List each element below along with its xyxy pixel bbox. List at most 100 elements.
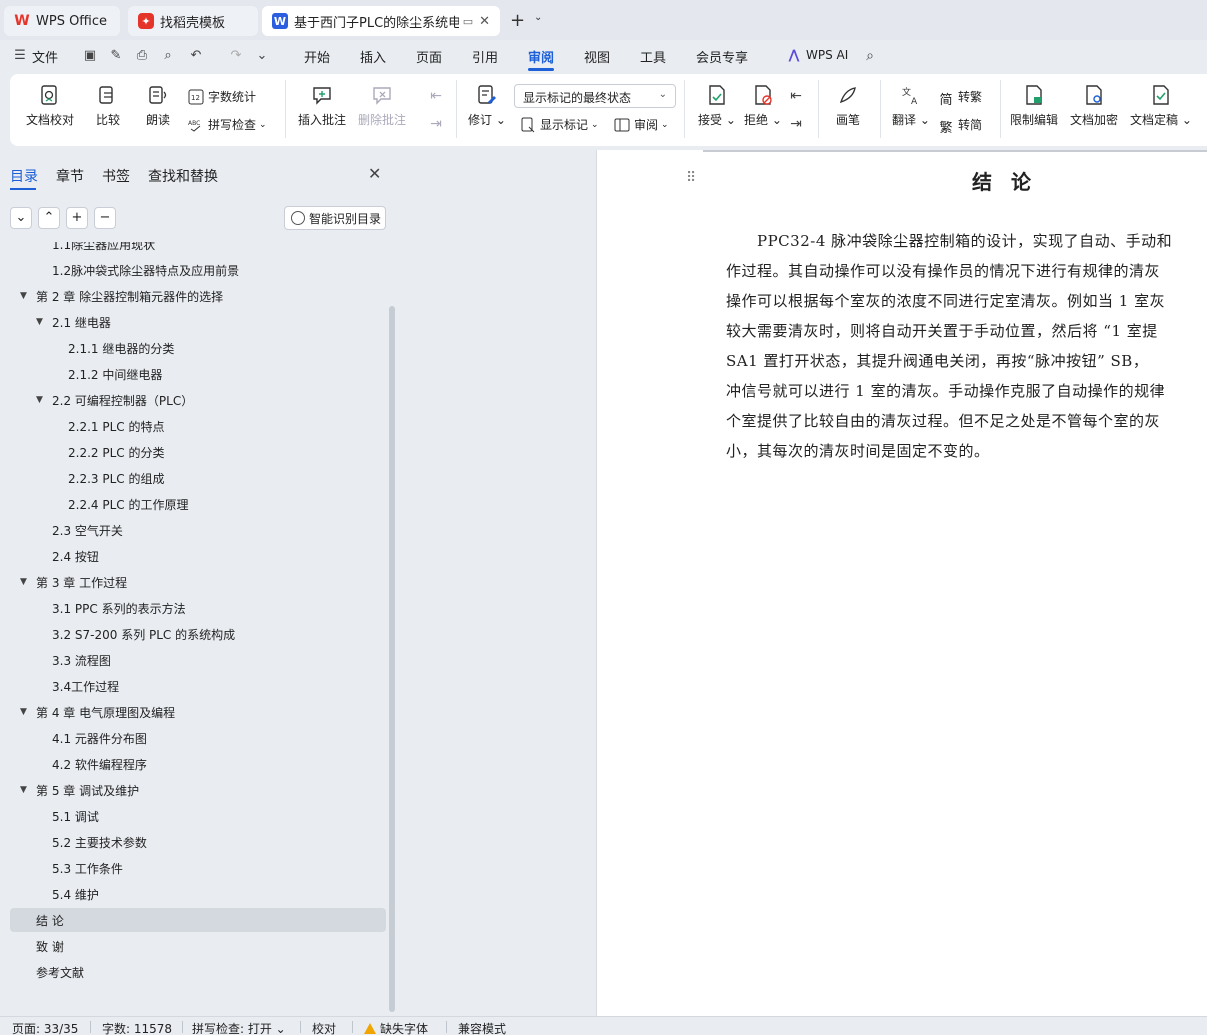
toc-item[interactable]: 1.1除尘器应用现状: [0, 242, 390, 256]
toc-item[interactable]: 2.3 空气开关: [0, 518, 390, 542]
toc-item[interactable]: 5.3 工作条件: [0, 856, 390, 880]
toc-item[interactable]: 5.4 维护: [0, 882, 390, 906]
toc-item[interactable]: 3.1 PPC 系列的表示方法: [0, 596, 390, 620]
search-icon[interactable]: ⌕: [862, 48, 878, 64]
delete-comment-button[interactable]: 删除批注: [358, 84, 406, 128]
chevron-down-icon[interactable]: ⌄: [534, 12, 542, 23]
toc-item[interactable]: 2.4 按钮: [0, 544, 390, 568]
menu-item-insert[interactable]: 插入: [360, 47, 386, 66]
expand-triangle-icon[interactable]: ▼: [20, 577, 32, 587]
redo-icon[interactable]: ↷: [228, 48, 244, 64]
new-tab-icon[interactable]: +: [510, 10, 525, 31]
pen-button[interactable]: 画笔: [836, 84, 860, 128]
finalize-button[interactable]: 文档定稿 ⌄: [1130, 84, 1192, 128]
toc-item[interactable]: 5.2 主要技术参数: [0, 830, 390, 854]
next-comment-icon[interactable]: ⇥: [428, 116, 444, 132]
encrypt-button[interactable]: 文档加密: [1070, 84, 1118, 128]
to-traditional-button[interactable]: 简 转繁: [938, 88, 982, 108]
nav-tab-toc[interactable]: 目录: [10, 166, 38, 186]
next-change-icon[interactable]: ⇥: [788, 116, 804, 132]
read-aloud-button[interactable]: 朗读: [146, 84, 170, 128]
word-count-indicator[interactable]: 字数: 11578: [102, 1020, 172, 1035]
toc-item[interactable]: 4.1 元器件分布图: [0, 726, 390, 750]
menu-item-page[interactable]: 页面: [416, 47, 442, 66]
menu-item-tools[interactable]: 工具: [640, 47, 666, 66]
nav-tab-sections[interactable]: 章节: [56, 166, 84, 186]
expand-triangle-icon[interactable]: ▼: [36, 395, 48, 405]
toc-item[interactable]: 2.2.3 PLC 的组成: [0, 466, 390, 490]
markup-state-select[interactable]: 显示标记的最终状态 ⌄: [514, 84, 676, 108]
toc-item[interactable]: 3.3 流程图: [0, 648, 390, 672]
menu-item-reference[interactable]: 引用: [472, 47, 498, 66]
previous-change-icon[interactable]: ⇤: [788, 88, 804, 104]
review-pane-button[interactable]: 审阅 ⌄: [614, 116, 669, 133]
drag-handle-icon[interactable]: ⠿: [686, 170, 696, 186]
previous-comment-icon[interactable]: ⇤: [428, 88, 444, 104]
hamburger-icon[interactable]: ☰: [12, 48, 28, 64]
toc-item[interactable]: ▼ 2.1 继电器: [0, 310, 390, 334]
add-heading-icon[interactable]: +: [66, 207, 88, 229]
menu-file[interactable]: 文件: [32, 47, 58, 66]
reject-button[interactable]: 拒绝 ⌄: [744, 84, 782, 128]
close-tab-icon[interactable]: ✕: [479, 14, 490, 29]
tab-current-document[interactable]: W 基于西门子PLC的除尘系统电气 ▭ ✕: [262, 6, 500, 36]
save-icon[interactable]: ▣: [82, 48, 98, 64]
to-simplified-button[interactable]: 繁 转简: [938, 116, 982, 136]
menu-item-view[interactable]: 视图: [584, 47, 610, 66]
toc-item[interactable]: 2.2.1 PLC 的特点: [0, 414, 390, 438]
proofread-button[interactable]: 文档校对: [26, 84, 74, 128]
spell-check-status[interactable]: 拼写检查: 打开 ⌄: [192, 1020, 286, 1035]
undo-icon[interactable]: ↶: [188, 48, 204, 64]
menu-item-review[interactable]: 审阅: [528, 47, 554, 66]
page-indicator[interactable]: 页面: 33/35: [12, 1020, 78, 1035]
remove-heading-icon[interactable]: −: [94, 207, 116, 229]
toc-scrollbar[interactable]: [389, 306, 395, 1012]
nav-tab-bookmarks[interactable]: 书签: [102, 166, 130, 186]
toc-item[interactable]: ▼ 第 4 章 电气原理图及编程: [0, 700, 390, 724]
toc-item[interactable]: 2.1.1 继电器的分类: [0, 336, 390, 360]
menu-item-start[interactable]: 开始: [304, 47, 330, 66]
more-chevron-icon[interactable]: ⌄: [254, 48, 270, 64]
translate-button[interactable]: 文A 翻译 ⌄: [892, 84, 930, 128]
toc-item[interactable]: ▼ 第 3 章 工作过程: [0, 570, 390, 594]
toc-item[interactable]: ▼ 第 5 章 调试及维护: [0, 778, 390, 802]
toc-item[interactable]: 致 谢: [0, 934, 390, 958]
compare-button[interactable]: 比较: [96, 84, 120, 128]
tab-wps-office[interactable]: W WPS Office: [4, 6, 120, 36]
toc-item[interactable]: 5.1 调试: [0, 804, 390, 828]
toc-item[interactable]: 3.4工作过程: [0, 674, 390, 698]
proof-status[interactable]: 校对: [312, 1020, 336, 1035]
toc-item[interactable]: 2.2.2 PLC 的分类: [0, 440, 390, 464]
missing-font-status[interactable]: 缺失字体: [364, 1020, 428, 1035]
expand-triangle-icon[interactable]: ▼: [20, 707, 32, 717]
toc-item[interactable]: ▼ 第 2 章 除尘器控制箱元器件的选择: [0, 284, 390, 308]
show-markup-button[interactable]: 显示标记 ⌄: [520, 116, 599, 133]
spell-check-button[interactable]: ABC 拼写检查 ⌄: [188, 116, 267, 133]
menu-item-member[interactable]: 会员专享: [696, 47, 748, 66]
format-painter-icon[interactable]: ✎: [108, 48, 124, 64]
word-count-button[interactable]: 12 字数统计: [188, 88, 256, 105]
expand-triangle-icon[interactable]: ▼: [20, 785, 32, 795]
expand-down-icon[interactable]: ⌄: [10, 207, 32, 229]
smart-toc-button[interactable]: 智能识别目录: [284, 206, 386, 230]
toc-item-selected[interactable]: 结 论: [10, 908, 386, 932]
toc-item[interactable]: 3.2 S7-200 系列 PLC 的系统构成: [0, 622, 390, 646]
toc-item[interactable]: 参考文献: [0, 960, 390, 984]
accept-button[interactable]: 接受 ⌄: [698, 84, 736, 128]
menu-item-wps-ai[interactable]: WPS AI: [806, 48, 848, 62]
tab-docer-templates[interactable]: ✦ 找稻壳模板: [128, 6, 258, 36]
toc-item[interactable]: 1.2脉冲袋式除尘器特点及应用前景: [0, 258, 390, 282]
print-preview-icon[interactable]: ⌕: [160, 48, 176, 64]
toc-item[interactable]: 4.2 软件编程程序: [0, 752, 390, 776]
toc-item[interactable]: ▼ 2.2 可编程控制器（PLC）: [0, 388, 390, 412]
restrict-edit-button[interactable]: 限制编辑: [1010, 84, 1058, 128]
track-changes-button[interactable]: 修订 ⌄: [468, 84, 506, 128]
expand-triangle-icon[interactable]: ▼: [20, 291, 32, 301]
toc-item[interactable]: 2.2.4 PLC 的工作原理: [0, 492, 390, 516]
toc-item[interactable]: 2.1.2 中间继电器: [0, 362, 390, 386]
collapse-up-icon[interactable]: ⌃: [38, 207, 60, 229]
insert-comment-button[interactable]: 插入批注: [298, 84, 346, 128]
print-icon[interactable]: ⎙: [134, 48, 150, 64]
nav-tab-find-replace[interactable]: 查找和替换: [148, 166, 218, 186]
close-panel-icon[interactable]: ✕: [368, 164, 381, 183]
